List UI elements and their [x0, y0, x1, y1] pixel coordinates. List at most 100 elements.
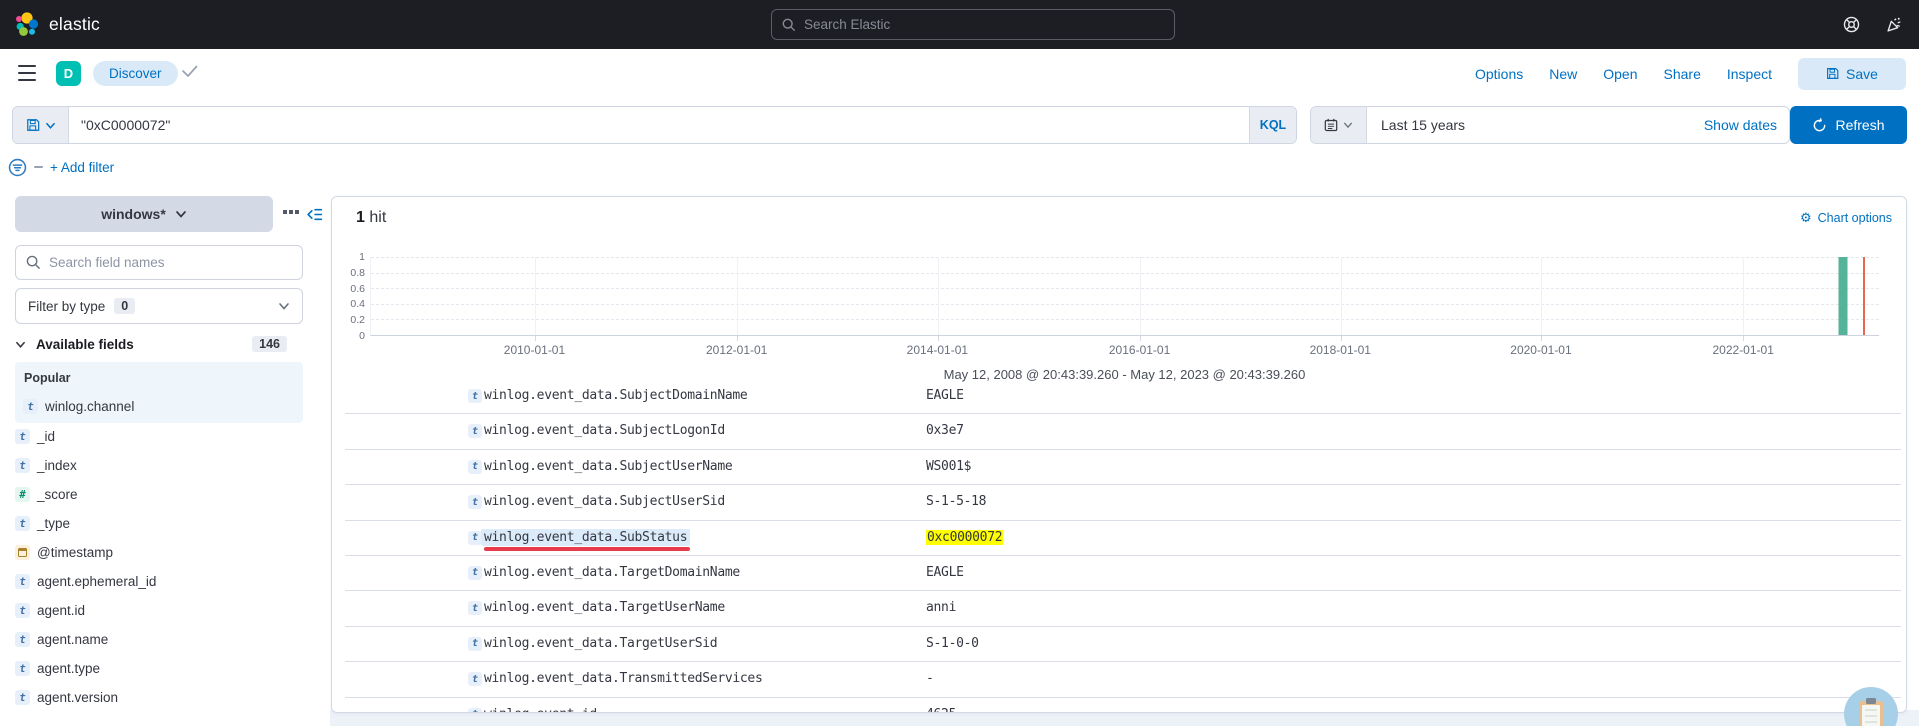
table-row: t winlog.event_data.SubjectLogonId 0x3e7 [345, 414, 1901, 450]
date-quick-menu-button[interactable] [1311, 107, 1367, 143]
y-grid-line [371, 288, 1879, 290]
doc-field-name: winlog.event_data.SubjectDomainName [484, 388, 748, 403]
field-list: t _id t _index # _score t _type @timestamp t agent… [15, 422, 315, 712]
doc-field-value: WS001$ [926, 458, 972, 474]
show-dates-button[interactable]: Show dates [1704, 117, 1789, 133]
x-axis-tick [1743, 336, 1745, 341]
filter-set-icon[interactable] [8, 158, 27, 177]
query-language-button[interactable]: KQL [1249, 107, 1296, 143]
field-list-item[interactable]: t agent.type [15, 654, 315, 683]
field-list-item[interactable]: t agent.version [15, 683, 315, 712]
app-badge[interactable]: D [56, 61, 81, 86]
filter-by-type[interactable]: Filter by type 0 [15, 288, 303, 324]
available-fields-header[interactable]: Available fields 146 [15, 333, 315, 355]
field-list-item[interactable]: t _id [15, 422, 315, 451]
chevron-down-icon [16, 341, 25, 348]
time-range-value[interactable]: Last 15 years [1367, 117, 1465, 133]
current-time-marker [1862, 257, 1865, 335]
hits-number: 1 [356, 209, 365, 226]
menu-icon[interactable] [18, 65, 36, 81]
field-search[interactable] [15, 245, 303, 280]
doc-field-name: winlog.event_data.TargetUserSid [484, 635, 718, 651]
search-icon [26, 255, 41, 270]
doc-field-value: 0xc0000072 [926, 529, 1004, 545]
y-axis-labels: 1 0.8 0.6 0.4 0.2 0 [332, 251, 365, 342]
add-filter-button[interactable]: + Add filter [50, 160, 114, 175]
text-token-icon: t [15, 690, 30, 705]
filter-type-count-badge: 0 [114, 298, 136, 314]
refresh-button[interactable]: Refresh [1790, 106, 1907, 144]
x-axis-tick-label: 2014-01-01 [906, 343, 969, 357]
table-row: t winlog.event_data.SubjectUserSid S-1-5-1… [345, 485, 1901, 521]
newsfeed-icon[interactable] [1886, 16, 1903, 33]
field-name: agent.name [37, 632, 109, 647]
breadcrumb-discover[interactable]: Discover [93, 61, 178, 86]
table-row: t winlog.event_data.SubStatus 0xc0000072 [345, 521, 1901, 556]
toolbar-links: Options New Open Share Inspect [1475, 66, 1772, 82]
elastic-logo[interactable]: elastic [14, 11, 100, 37]
save-icon [1827, 68, 1839, 79]
table-row: t winlog.event_data.TargetDomainName EAGLE [345, 556, 1901, 592]
saved-query-icon [26, 119, 39, 131]
chart-options-button[interactable]: ⚙ Chart options [1800, 211, 1892, 225]
toolbar-link-share[interactable]: Share [1664, 66, 1701, 82]
histogram-bar[interactable] [1838, 257, 1848, 335]
help-icon[interactable] [1843, 16, 1860, 33]
toolbar-link-open[interactable]: Open [1603, 66, 1637, 82]
toolbar-link-options[interactable]: Options [1475, 66, 1523, 82]
field-name: agent.version [37, 690, 119, 705]
clipboard-icon [1859, 697, 1883, 726]
global-header: elastic [0, 0, 1919, 49]
field-list-item[interactable]: # _score [15, 480, 315, 509]
refresh-button-label: Refresh [1835, 117, 1885, 133]
refresh-icon [1814, 117, 1826, 131]
field-settings-icon[interactable] [283, 210, 299, 214]
global-search[interactable] [771, 9, 1175, 40]
doc-field-value: EAGLE [926, 564, 964, 580]
calendar-icon [1324, 118, 1338, 132]
available-fields-label: Available fields [36, 336, 134, 352]
query-input-group: KQL [12, 106, 1297, 144]
filter-bar: + Add filter [8, 155, 114, 179]
doc-field-value: S-1-0-0 [926, 635, 979, 651]
global-search-input[interactable] [804, 17, 1164, 32]
x-grid-line [1743, 257, 1745, 335]
number-token-icon: # [15, 487, 30, 502]
query-input[interactable] [69, 107, 1249, 143]
field-list-item[interactable]: t agent.ephemeral_id [15, 567, 315, 596]
brand-name: elastic [49, 13, 101, 34]
table-row: t winlog.event_data.TargetUserSid S-1-0-0 [345, 627, 1901, 663]
gear-icon: ⚙ [1799, 210, 1812, 226]
text-token-icon: t [468, 459, 482, 474]
field-list-item[interactable]: t _type [15, 509, 315, 538]
field-list-item[interactable]: t winlog.channel [23, 392, 295, 421]
red-underline-annotation [484, 547, 690, 551]
check-icon [182, 65, 198, 77]
saved-query-menu-button[interactable] [13, 107, 69, 143]
y-axis-tick-label: 0.8 [350, 266, 365, 279]
doc-field-name: winlog.event_data.TransmittedServices [484, 671, 763, 687]
field-list-item[interactable]: t agent.id [15, 596, 315, 625]
field-name: agent.id [37, 603, 86, 618]
x-grid-line [1541, 257, 1543, 335]
text-token-icon: t [468, 495, 482, 510]
app-toolbar: D Discover Options New Open Share Inspect Sa… [0, 49, 1919, 98]
save-button[interactable]: Save [1798, 57, 1906, 90]
toolbar-link-inspect[interactable]: Inspect [1727, 66, 1772, 82]
data-view-selector[interactable]: windows* [15, 196, 273, 232]
field-list-item[interactable]: @timestamp [15, 538, 315, 567]
field-search-input[interactable] [49, 255, 292, 270]
x-axis-tick-label: 2018-01-01 [1309, 343, 1371, 357]
toolbar-link-new[interactable]: New [1549, 66, 1577, 82]
field-list-item[interactable]: t _index [15, 451, 315, 480]
collapse-sidebar-icon[interactable] [306, 206, 323, 223]
elastic-logo-icon [16, 12, 39, 36]
table-row: t winlog.event_data.TargetUserName anni [345, 591, 1901, 627]
query-bar: KQL Last 15 years Show dates Refresh [12, 106, 1907, 144]
x-axis-tick [535, 336, 537, 341]
doc-field-value: - [926, 671, 934, 687]
y-axis-tick-label: 0.6 [350, 282, 365, 295]
text-token-icon: t [23, 399, 38, 414]
field-list-item[interactable]: t agent.name [15, 625, 315, 654]
x-axis-tick-label: 2020-01-01 [1510, 343, 1572, 357]
